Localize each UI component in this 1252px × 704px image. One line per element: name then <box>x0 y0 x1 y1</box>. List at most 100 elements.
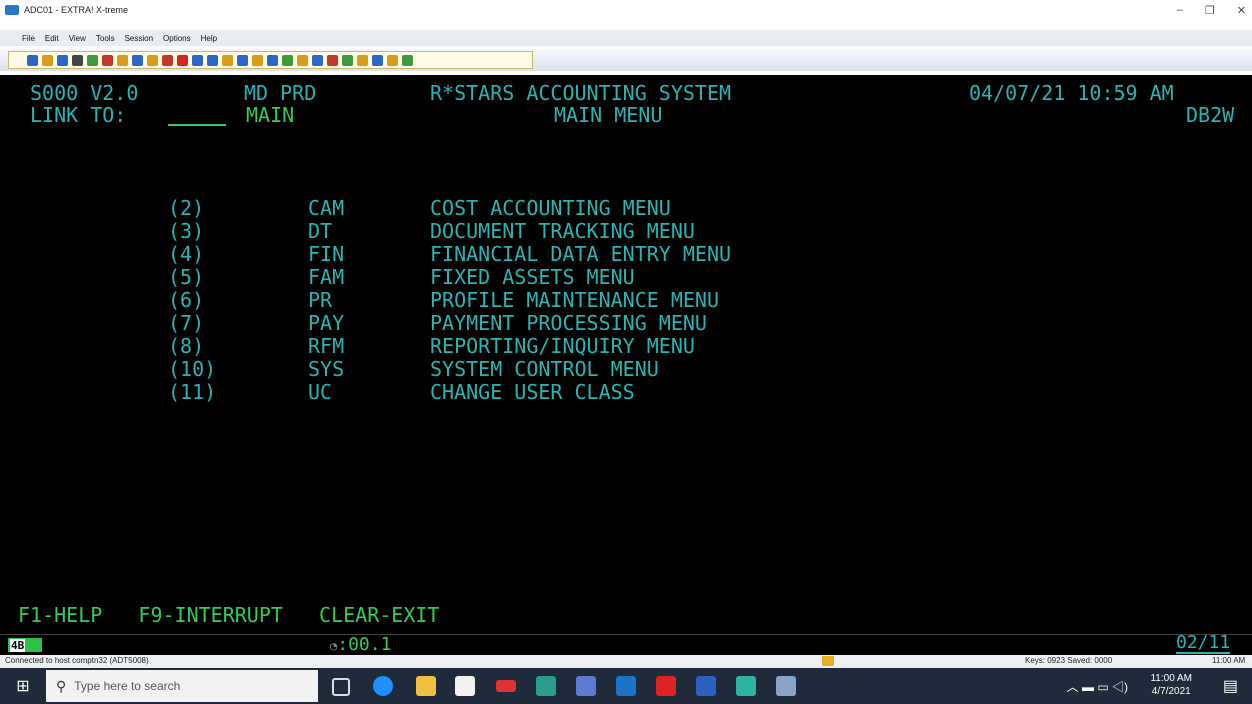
maximize-button[interactable]: ❐ <box>1205 4 1215 17</box>
toolbar-button[interactable] <box>162 54 173 66</box>
toolbar-button[interactable] <box>402 54 413 66</box>
menu-session[interactable]: Session <box>125 34 153 43</box>
menu-item-code: RFM <box>308 334 345 358</box>
app-icon-green[interactable] <box>536 676 556 696</box>
toolbar-button[interactable] <box>237 54 248 66</box>
link-to-input[interactable] <box>168 124 226 126</box>
close-button[interactable]: ✕ <box>1237 4 1246 17</box>
toolbar-button[interactable] <box>27 54 38 66</box>
misc-app-icon[interactable] <box>776 676 796 696</box>
db-label: DB2W <box>1186 103 1235 127</box>
toolbar-button[interactable] <box>87 54 98 66</box>
menu-edit[interactable]: Edit <box>45 34 59 43</box>
toolbar-button[interactable] <box>282 54 293 66</box>
menu-item-description: PAYMENT PROCESSING MENU <box>430 311 707 335</box>
toolbar-button[interactable] <box>297 54 308 66</box>
taskbar-search[interactable]: ⚲ Type here to search <box>46 670 318 702</box>
window-controls: – ❐ ✕ <box>1177 0 1246 20</box>
toolbar-button[interactable] <box>222 54 233 66</box>
menu-help[interactable]: Help <box>201 34 217 43</box>
toolbar-button[interactable] <box>327 54 338 66</box>
menu-item-number: (7) <box>168 311 205 335</box>
menu-file[interactable]: File <box>22 34 35 43</box>
toolbar-button[interactable] <box>312 54 323 66</box>
system-title: R*STARS ACCOUNTING SYSTEM <box>430 81 732 105</box>
session-indicator: 4B <box>8 638 42 652</box>
menu-item-code: FAM <box>308 265 345 289</box>
extra-icon[interactable] <box>736 676 756 696</box>
toolbar-button[interactable] <box>72 54 83 66</box>
menu-item-number: (2) <box>168 196 205 220</box>
menu-item-description: PROFILE MAINTENANCE MENU <box>430 288 719 312</box>
menu-item-number: (8) <box>168 334 205 358</box>
title-bar: ADC01 - EXTRA! X-treme – ❐ ✕ <box>0 0 1252 20</box>
menu-view[interactable]: View <box>69 34 86 43</box>
menu-item-number: (4) <box>168 242 205 266</box>
keys-saved: Keys: 0923 Saved: 0000 <box>1025 656 1113 665</box>
menu-item-code: FIN <box>308 242 345 266</box>
function-keys: F1-HELP F9-INTERRUPT CLEAR-EXIT <box>18 603 440 627</box>
notification-icon[interactable]: ▤ <box>1223 676 1238 696</box>
toolbar-button[interactable] <box>342 54 353 66</box>
menu-item-number: (6) <box>168 288 205 312</box>
toolbar-button[interactable] <box>372 54 383 66</box>
clock-date: 4/7/2021 <box>1151 686 1191 697</box>
toolbar-buttons <box>8 51 533 69</box>
toolbar-button[interactable] <box>132 54 143 66</box>
task-view-icon[interactable] <box>332 678 350 696</box>
oia-status-line: 4B ◔:00.1 02/11 <box>0 634 1252 655</box>
toolbar-button[interactable] <box>102 54 113 66</box>
file-explorer-icon[interactable] <box>416 676 436 696</box>
menu-item-number: (10) <box>168 357 217 381</box>
toolbar-button[interactable] <box>42 54 53 66</box>
teams-icon[interactable] <box>576 676 596 696</box>
window-title: ADC01 - EXTRA! X-treme <box>24 5 129 15</box>
menu-item-code: PAY <box>308 311 345 335</box>
menu-title: MAIN MENU <box>554 103 663 127</box>
store-icon[interactable] <box>455 676 475 696</box>
menu-item-description: FINANCIAL DATA ENTRY MENU <box>430 242 732 266</box>
menu-tools[interactable]: Tools <box>96 34 115 43</box>
menu-item-code: SYS <box>308 357 345 381</box>
rsa-icon[interactable] <box>496 680 516 692</box>
menu-item-number: (5) <box>168 265 205 289</box>
toolbar-button[interactable] <box>267 54 278 66</box>
toolbar-button[interactable] <box>207 54 218 66</box>
toolbar-button[interactable] <box>357 54 368 66</box>
link-to-label: LINK TO: <box>30 103 127 127</box>
menu-item-number: (11) <box>168 380 217 404</box>
menu-item-description: DOCUMENT TRACKING MENU <box>430 219 695 243</box>
clock-time: 11:00 AM <box>1150 673 1192 684</box>
menu-item-description: FIXED ASSETS MENU <box>430 265 635 289</box>
app-icon <box>5 5 19 15</box>
taskbar-clock[interactable]: 11:00 AM 4/7/2021 <box>1150 672 1192 698</box>
search-icon: ⚲ <box>56 677 67 694</box>
toolbar-button[interactable] <box>252 54 263 66</box>
toolbar-button[interactable] <box>57 54 68 66</box>
lock-icon <box>822 656 834 666</box>
menu-options[interactable]: Options <box>163 34 191 43</box>
menu-item-number: (3) <box>168 219 205 243</box>
menu-item-code: CAM <box>308 196 345 220</box>
acrobat-icon[interactable] <box>656 676 676 696</box>
toolbar-button[interactable] <box>117 54 128 66</box>
toolbar-button[interactable] <box>192 54 203 66</box>
toolbar-button[interactable] <box>177 54 188 66</box>
start-button[interactable]: ⊞ <box>0 668 46 704</box>
system-tray-icons[interactable]: ︿ ▬ ▭ ◁) <box>1067 678 1128 695</box>
menu-bar: File Edit View Tools Session Options Hel… <box>0 30 1252 46</box>
outlook-icon[interactable] <box>616 676 636 696</box>
menu-item-description: CHANGE USER CLASS <box>430 380 635 404</box>
edge-icon[interactable] <box>373 676 393 696</box>
connection-status-bar: Connected to host comptn32 (ADT5008) Key… <box>0 655 1252 668</box>
menu-item-description: SYSTEM CONTROL MENU <box>430 357 659 381</box>
terminal-screen[interactable]: S000 V2.0 MD PRD R*STARS ACCOUNTING SYST… <box>0 75 1252 634</box>
link-value: MAIN <box>246 103 295 127</box>
datetime: 04/07/21 10:59 AM <box>969 81 1174 105</box>
menu-item-description: COST ACCOUNTING MENU <box>430 196 671 220</box>
toolbar-button[interactable] <box>387 54 398 66</box>
status-time: 11:00 AM <box>1212 656 1246 665</box>
word-icon[interactable] <box>696 676 716 696</box>
minimize-button[interactable]: – <box>1177 4 1183 16</box>
toolbar-button[interactable] <box>147 54 158 66</box>
